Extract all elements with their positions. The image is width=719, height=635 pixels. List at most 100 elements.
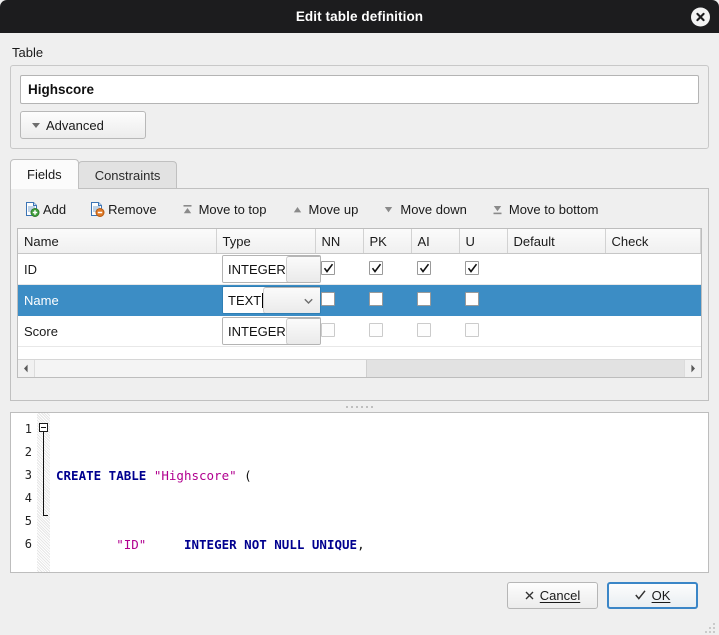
column-header-default[interactable]: Default	[507, 229, 606, 254]
pk-checkbox[interactable]	[369, 261, 383, 276]
chevron-down-icon[interactable]	[285, 256, 320, 282]
remove-field-button[interactable]: Remove	[88, 201, 157, 218]
chevron-down-icon	[32, 122, 40, 128]
scroll-right-icon[interactable]	[684, 360, 701, 377]
table-groupbox: Advanced	[10, 65, 709, 149]
field-type-cell[interactable]: TEXT	[216, 284, 321, 316]
chevron-down-icon[interactable]	[263, 287, 320, 313]
code-line: CREATE TABLE "Highscore" (	[56, 468, 252, 483]
nn-checkbox[interactable]	[321, 322, 335, 337]
ai-checkbox-cell[interactable]	[411, 284, 459, 316]
cancel-button[interactable]: Cancel	[507, 582, 598, 609]
grid-horizontal-scrollbar[interactable]	[18, 359, 701, 377]
resize-grip[interactable]	[705, 621, 717, 633]
ai-checkbox-cell[interactable]	[411, 253, 459, 285]
pk-checkbox-cell[interactable]	[363, 284, 411, 316]
nn-checkbox-cell[interactable]	[315, 284, 363, 316]
column-header-ai[interactable]: AI	[411, 229, 460, 254]
line-number: 5	[24, 514, 32, 528]
dialog-body: Table Advanced Fields Constraints	[0, 45, 719, 609]
code-line: "ID" INTEGER NOT NULL UNIQUE,	[116, 537, 365, 552]
sql-code[interactable]: CREATE TABLE "Highscore" ( "ID" INTEGER …	[50, 413, 708, 572]
scrollbar-thumb[interactable]	[35, 360, 367, 377]
column-header-type[interactable]: Type	[216, 229, 316, 254]
move-to-top-button[interactable]: Move to top	[179, 201, 267, 218]
column-header-check[interactable]: Check	[605, 229, 701, 254]
move-to-top-label: Move to top	[198, 201, 267, 217]
table-row[interactable]: Name TEXT	[18, 284, 701, 316]
pk-checkbox-cell[interactable]	[363, 315, 411, 347]
sql-preview-editor[interactable]: 1 2 3 4 5 6 CREATE TABLE "Highscore" ( "…	[10, 412, 709, 573]
fold-collapse-icon[interactable]	[39, 423, 48, 432]
line-number: 1	[24, 422, 32, 436]
x-icon	[525, 588, 534, 603]
panel-splitter[interactable]	[10, 401, 709, 412]
u-checkbox[interactable]	[465, 322, 479, 337]
advanced-button-label: Advanced	[46, 117, 104, 133]
u-checkbox[interactable]	[465, 291, 479, 306]
default-cell[interactable]	[507, 284, 605, 316]
u-checkbox[interactable]	[465, 261, 479, 276]
scroll-left-icon[interactable]	[18, 360, 35, 377]
ok-button[interactable]: OK	[607, 582, 698, 609]
move-up-button[interactable]: Move up	[289, 201, 359, 218]
default-cell[interactable]	[507, 315, 605, 347]
field-type-cell[interactable]: INTEGER	[216, 253, 321, 285]
type-combobox-value[interactable]: TEXT	[223, 287, 264, 313]
move-up-label: Move up	[308, 201, 359, 217]
fold-range-end	[43, 515, 48, 516]
check-cell[interactable]	[605, 253, 701, 285]
grid-header-row: Name Type NN PK AI U Default Check	[18, 229, 701, 254]
tab-fields[interactable]: Fields	[10, 159, 79, 189]
window-titlebar: Edit table definition	[0, 0, 719, 33]
pk-checkbox[interactable]	[369, 322, 383, 337]
u-checkbox-cell[interactable]	[459, 315, 507, 347]
nn-checkbox-cell[interactable]	[315, 315, 363, 347]
ai-checkbox-cell[interactable]	[411, 315, 459, 347]
table-row[interactable]: Score INTEGER	[18, 315, 701, 347]
check-cell[interactable]	[605, 315, 701, 347]
window-title: Edit table definition	[295, 9, 424, 24]
check-cell[interactable]	[605, 284, 701, 316]
nn-checkbox[interactable]	[321, 291, 335, 306]
nn-checkbox-cell[interactable]	[315, 253, 363, 285]
move-up-icon	[289, 201, 306, 218]
move-down-button[interactable]: Move down	[380, 201, 467, 218]
nn-checkbox[interactable]	[321, 261, 335, 276]
dialog-footer: Cancel OK	[10, 573, 709, 609]
column-header-pk[interactable]: PK	[363, 229, 412, 254]
line-number: 2	[24, 445, 32, 459]
table-row[interactable]: ID INTEGER	[18, 253, 701, 285]
add-field-button[interactable]: Add	[23, 201, 66, 218]
line-number: 4	[24, 491, 32, 505]
text-cursor	[262, 292, 264, 308]
remove-field-label: Remove	[108, 201, 157, 217]
ai-checkbox[interactable]	[417, 322, 431, 337]
pk-checkbox-cell[interactable]	[363, 253, 411, 285]
u-checkbox-cell[interactable]	[459, 253, 507, 285]
field-name-cell[interactable]: Score	[18, 315, 216, 347]
close-icon[interactable]	[691, 7, 710, 26]
u-checkbox-cell[interactable]	[459, 284, 507, 316]
ai-checkbox[interactable]	[417, 291, 431, 306]
code-fold-margin[interactable]	[37, 413, 50, 572]
column-header-nn[interactable]: NN	[315, 229, 364, 254]
fields-grid: Name Type NN PK AI U Default Check ID IN…	[17, 228, 702, 378]
tab-constraints[interactable]: Constraints	[77, 161, 178, 189]
type-combobox: INTEGER	[222, 317, 321, 345]
fold-range-line	[43, 432, 44, 516]
field-name-cell[interactable]: Name	[18, 284, 216, 316]
table-name-input[interactable]	[20, 75, 699, 104]
column-header-name[interactable]: Name	[18, 229, 217, 254]
field-name-cell[interactable]: ID	[18, 253, 216, 285]
chevron-down-icon[interactable]	[285, 318, 320, 344]
type-combobox: TEXT	[222, 286, 321, 314]
column-header-u[interactable]: U	[459, 229, 508, 254]
pk-checkbox[interactable]	[369, 291, 383, 306]
ai-checkbox[interactable]	[417, 261, 431, 276]
field-type-cell[interactable]: INTEGER	[216, 315, 321, 347]
default-cell[interactable]	[507, 253, 605, 285]
move-to-bottom-button[interactable]: Move to bottom	[489, 201, 598, 218]
advanced-button[interactable]: Advanced	[20, 111, 146, 139]
scrollbar-track[interactable]	[35, 360, 684, 377]
